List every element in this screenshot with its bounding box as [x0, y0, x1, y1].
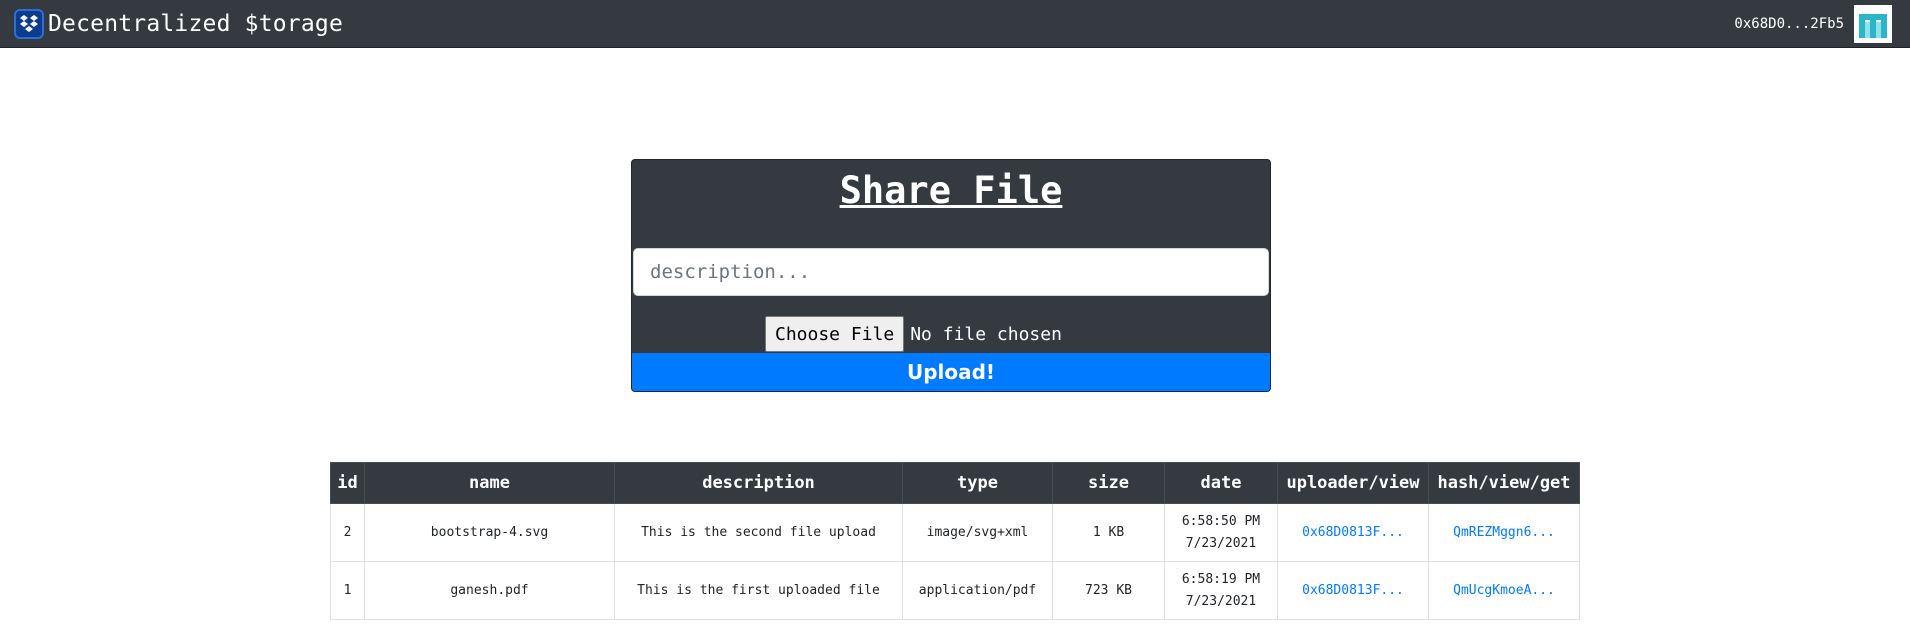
column-header-uploader: uploader/view	[1277, 462, 1429, 504]
share-file-title: Share File	[839, 169, 1063, 212]
cell-hash: QmUcgKmoeA...	[1428, 561, 1580, 620]
cell-type: application/pdf	[902, 561, 1053, 620]
column-header-date: date	[1164, 462, 1278, 504]
cell-date: 6:58:19 PM 7/23/2021	[1164, 561, 1278, 620]
file-status-text: No file chosen	[910, 323, 1062, 345]
navbar: Decentralized $torage 0x68D0...2Fb5	[0, 0, 1910, 48]
brand-link[interactable]: Decentralized $torage	[14, 8, 343, 39]
file-picker: Choose File No file chosen	[765, 316, 1062, 352]
cell-size: 1 KB	[1052, 503, 1165, 562]
uploader-link[interactable]: 0x68D0813F...	[1302, 525, 1404, 540]
column-header-id: id	[330, 462, 365, 504]
cell-description: This is the first uploaded file	[614, 561, 903, 620]
account-identicon	[1854, 4, 1892, 43]
column-header-name: name	[364, 462, 615, 504]
column-header-type: type	[902, 462, 1053, 504]
cell-id: 2	[330, 503, 365, 562]
uploader-link[interactable]: 0x68D0813F...	[1302, 583, 1404, 598]
dropbox-icon	[14, 8, 44, 39]
cell-size: 723 KB	[1052, 561, 1165, 620]
column-header-description: description	[614, 462, 903, 504]
cell-name: bootstrap-4.svg	[364, 503, 615, 562]
cell-date: 6:58:50 PM 7/23/2021	[1164, 503, 1278, 562]
account-info: 0x68D0...2Fb5	[1734, 4, 1892, 43]
description-input[interactable]	[633, 248, 1269, 296]
hash-link[interactable]: QmREZMggn6...	[1453, 525, 1555, 540]
cell-date-value: 7/23/2021	[1185, 535, 1257, 551]
cell-time-value: 6:58:19 PM	[1181, 571, 1261, 587]
cell-time-value: 6:58:50 PM	[1181, 513, 1261, 529]
share-file-card: Share File Choose File No file chosen Up…	[631, 159, 1271, 392]
cell-name: ganesh.pdf	[364, 561, 615, 620]
cell-id: 1	[330, 561, 365, 620]
cell-description: This is the second file upload	[614, 503, 903, 562]
files-table: id name description type size date uploa…	[330, 462, 1580, 620]
table-row: 2 bootstrap-4.svg This is the second fil…	[330, 503, 1580, 562]
upload-button[interactable]: Upload!	[632, 353, 1270, 391]
column-header-size: size	[1052, 462, 1165, 504]
account-address: 0x68D0...2Fb5	[1734, 15, 1844, 32]
brand-title: Decentralized $torage	[48, 10, 343, 37]
cell-hash: QmREZMggn6...	[1428, 503, 1580, 562]
table-header-row: id name description type size date uploa…	[330, 462, 1580, 504]
cell-type: image/svg+xml	[902, 503, 1053, 562]
cell-uploader: 0x68D0813F...	[1277, 503, 1429, 562]
table-row: 1 ganesh.pdf This is the first uploaded …	[330, 561, 1580, 620]
cell-date-value: 7/23/2021	[1185, 593, 1257, 609]
column-header-hash: hash/view/get	[1428, 462, 1580, 504]
hash-link[interactable]: QmUcgKmoeA...	[1453, 583, 1555, 598]
cell-uploader: 0x68D0813F...	[1277, 561, 1429, 620]
choose-file-button[interactable]: Choose File	[765, 316, 905, 352]
